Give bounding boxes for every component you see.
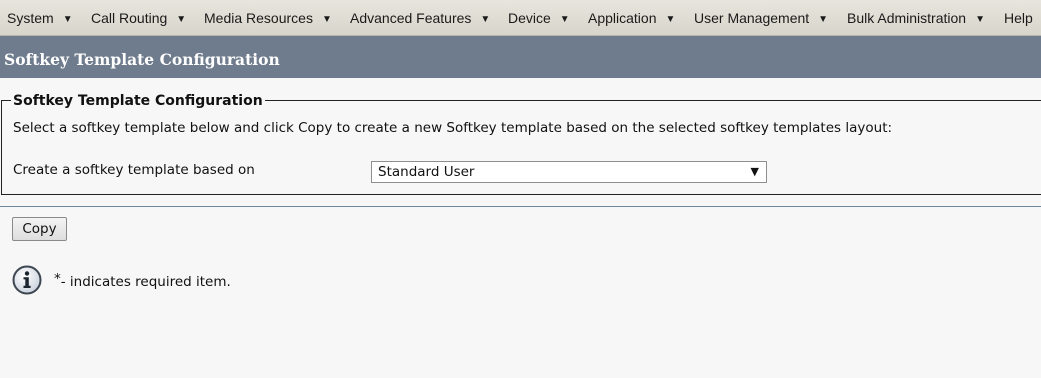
menu-system[interactable]: System ▼	[7, 0, 73, 36]
copy-button[interactable]: Copy	[12, 217, 67, 241]
menu-label: Help	[1004, 10, 1033, 26]
menu-label: User Management	[694, 10, 810, 26]
main-menu-bar: System ▼ Call Routing ▼ Media Resources ▼ A…	[0, 0, 1041, 36]
menu-bulk-administration[interactable]: Bulk Administration ▼	[847, 0, 985, 36]
caret-down-icon: ▼	[321, 14, 332, 25]
info-icon	[12, 265, 42, 295]
menu-label: Device	[508, 10, 551, 26]
menu-advanced-features[interactable]: Advanced Features ▼	[350, 0, 490, 36]
section-divider	[0, 206, 1041, 207]
caret-down-icon: ▼	[559, 14, 570, 25]
menu-device[interactable]: Device ▼	[508, 0, 570, 36]
page-title-bar: Softkey Template Configuration	[0, 36, 1041, 78]
required-note: *- indicates required item.	[54, 271, 231, 292]
menu-label: Call Routing	[91, 10, 168, 26]
template-field-label: Create a softkey template based on	[13, 162, 255, 178]
menu-help[interactable]: Help	[1004, 0, 1033, 36]
menu-call-routing[interactable]: Call Routing ▼	[91, 0, 186, 36]
menu-application[interactable]: Application ▼	[588, 0, 675, 36]
caret-down-icon: ▼	[975, 14, 985, 25]
caret-down-icon: ▼	[176, 14, 187, 25]
caret-down-icon: ▼	[665, 14, 676, 25]
caret-down-icon: ▼	[818, 14, 829, 25]
menu-user-management[interactable]: User Management ▼	[694, 0, 828, 36]
instruction-text: Select a softkey template below and clic…	[13, 120, 893, 136]
dropdown-arrow-icon: ▼	[750, 165, 759, 178]
caret-down-icon: ▼	[480, 14, 491, 25]
page-title: Softkey Template Configuration	[4, 50, 280, 69]
menu-media-resources[interactable]: Media Resources ▼	[204, 0, 332, 36]
menu-label: Media Resources	[204, 10, 313, 26]
caret-down-icon: ▼	[62, 14, 73, 25]
menu-label: Bulk Administration	[847, 10, 967, 26]
menu-label: Advanced Features	[350, 10, 472, 26]
template-select[interactable]: Standard User ▼	[371, 161, 767, 183]
required-star: *	[54, 271, 61, 287]
fieldset-legend: Softkey Template Configuration	[11, 91, 265, 111]
required-note-text: - indicates required item.	[60, 274, 231, 290]
template-select-value: Standard User	[378, 164, 475, 180]
menu-label: Application	[588, 10, 657, 26]
menu-label: System	[7, 10, 54, 26]
